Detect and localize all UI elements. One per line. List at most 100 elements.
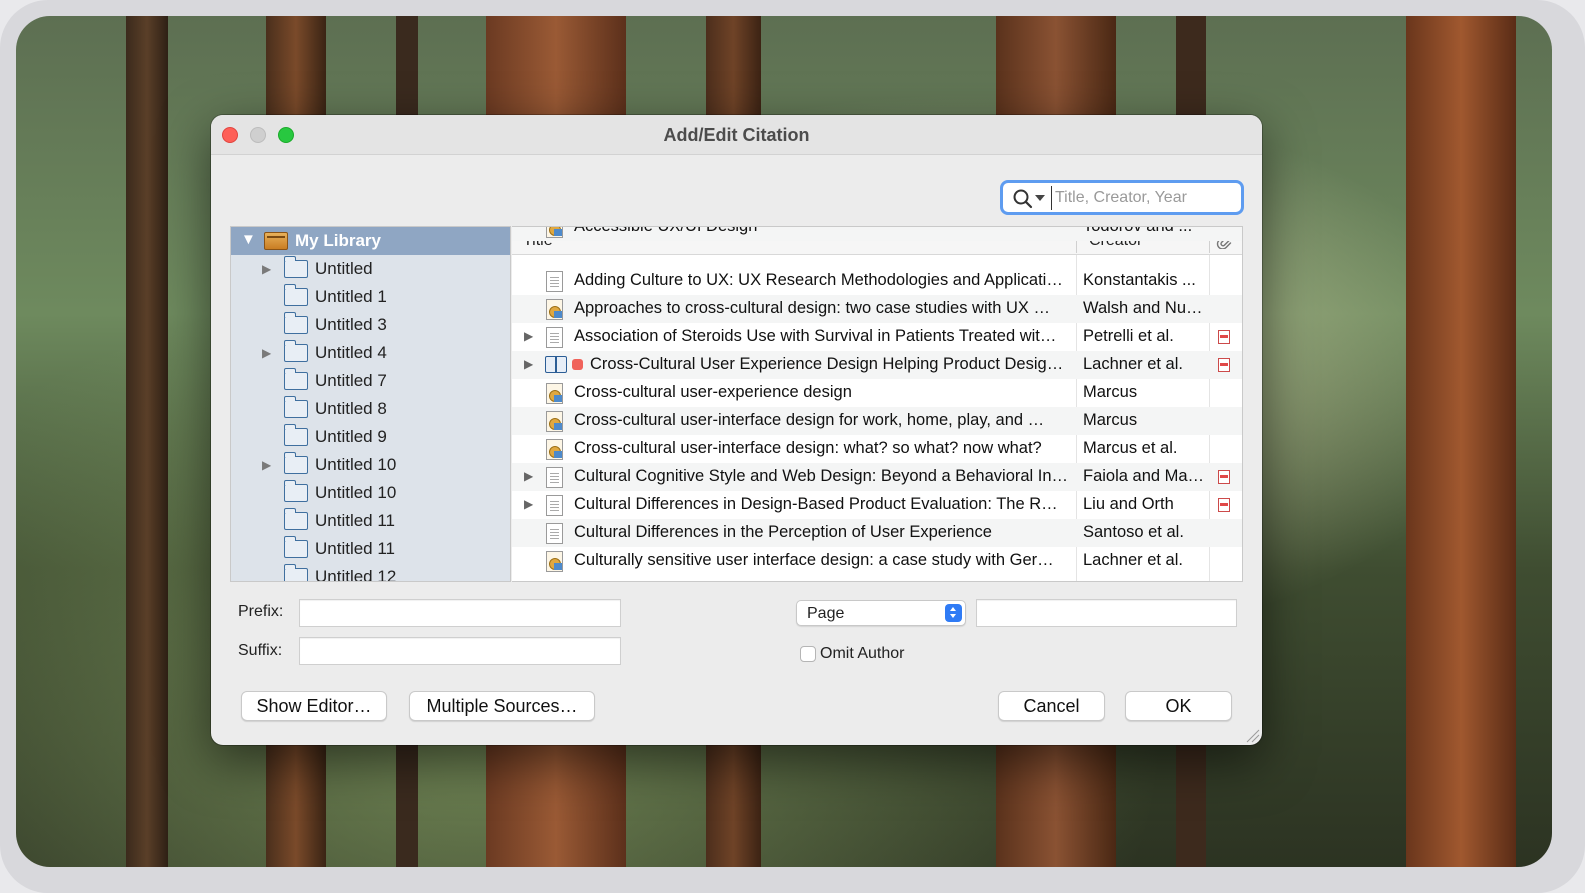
item-creator: Marcus [1083, 411, 1138, 429]
collection-label: Untitled 11 [315, 511, 396, 530]
item-row[interactable]: ▶ Cultural Differences in Design-Based Pr… [512, 491, 1242, 519]
item-row[interactable]: Adding Culture to UX: UX Research Method… [512, 267, 1242, 295]
item-row[interactable]: Culturally sensitive user interface desi… [512, 547, 1242, 575]
pdf-attachment-icon[interactable] [1218, 470, 1230, 484]
collection-item[interactable]: Untitled 1 [231, 283, 510, 311]
disclosure-expanded-icon[interactable]: ▼ [241, 231, 256, 248]
add-edit-citation-dialog: Add/Edit Citation ▼ My Library ▶ Untitled Un… [211, 115, 1262, 745]
collection-item[interactable]: Untitled 7 [231, 367, 510, 395]
collection-item[interactable]: ▶ Untitled [231, 255, 510, 283]
item-creator: Lachner et al. [1083, 551, 1183, 569]
item-row[interactable]: Cross-cultural user-interface design for… [512, 407, 1242, 435]
cancel-button[interactable]: Cancel [998, 691, 1105, 721]
prefix-label: Prefix: [238, 603, 284, 620]
collection-item[interactable]: Untitled 11 [231, 507, 510, 535]
collection-item[interactable]: Untitled 3 [231, 311, 510, 339]
pdf-attachment-icon[interactable] [1218, 498, 1230, 512]
suffix-input[interactable] [299, 637, 621, 665]
locator-type-value: Page [807, 605, 845, 622]
collection-label: Untitled 7 [315, 371, 387, 390]
document-icon [546, 271, 563, 292]
disclosure-collapsed-icon[interactable]: ▶ [262, 458, 271, 472]
disclosure-collapsed-icon[interactable]: ▶ [262, 346, 271, 360]
collection-item[interactable]: Untitled 12 [231, 563, 510, 581]
collection-item[interactable]: Untitled 9 [231, 423, 510, 451]
pdf-attachment-icon[interactable] [1218, 358, 1230, 372]
collection-my-library[interactable]: ▼ My Library [231, 227, 510, 255]
suffix-label: Suffix: [238, 642, 283, 659]
locator-input[interactable] [976, 599, 1237, 627]
collection-item[interactable]: ▶ Untitled 4 [231, 339, 510, 367]
item-title: Accessible UX/UI Design [574, 227, 1074, 236]
show-editor-button[interactable]: Show Editor… [241, 691, 387, 721]
item-creator: Lachner et al. [1083, 355, 1183, 373]
book-icon [545, 356, 567, 373]
item-title: Approaches to cross-cultural design: two… [574, 299, 1050, 317]
document-icon [546, 523, 563, 544]
disclosure-collapsed-icon[interactable]: ▶ [524, 469, 533, 483]
select-stepper-icon [945, 604, 962, 622]
window-title: Add/Edit Citation [663, 125, 810, 145]
items-table[interactable]: Title Creator Accessible UX/UI DesignTod… [512, 226, 1243, 582]
folder-icon [283, 340, 308, 362]
locator-type-select[interactable]: Page [796, 600, 966, 626]
document-icon [546, 467, 563, 488]
multiple-sources-button[interactable]: Multiple Sources… [409, 691, 595, 721]
collection-item[interactable]: Untitled 10 [231, 479, 510, 507]
document-icon [546, 327, 563, 348]
folder-icon [283, 536, 308, 558]
item-title: Culturally sensitive user interface desi… [574, 551, 1054, 569]
item-row[interactable]: Cross-cultural user-experience design Mar… [512, 379, 1242, 407]
tree-trunk [126, 16, 168, 867]
omit-author-label[interactable]: Omit Author [820, 645, 904, 663]
collection-label: Untitled 1 [315, 287, 387, 306]
item-creator: Liu and Orth [1083, 495, 1174, 513]
item-row[interactable]: Cross-cultural user-interface design: wh… [512, 435, 1242, 463]
library-icon [264, 232, 288, 250]
item-row[interactable]: Cultural Differences in the Perception o… [512, 519, 1242, 547]
item-row[interactable]: Accessible UX/UI Design Todorov and ... [512, 227, 1242, 241]
tree-trunk [1406, 16, 1516, 867]
search-mode-dropdown-icon[interactable] [1035, 195, 1045, 201]
collection-item[interactable]: Untitled 11 [231, 535, 510, 563]
search-icon[interactable] [1012, 188, 1034, 210]
folder-icon [283, 452, 308, 474]
item-title: Cross-cultural user-interface design: wh… [574, 439, 1042, 457]
journal-article-icon [546, 383, 563, 404]
collection-label: Untitled 3 [315, 315, 387, 334]
item-row[interactable]: ▶ Cultural Cognitive Style and Web Design… [512, 463, 1242, 491]
folder-icon [283, 564, 308, 581]
collection-item[interactable]: Untitled 8 [231, 395, 510, 423]
disclosure-collapsed-icon[interactable]: ▶ [262, 262, 271, 276]
folder-icon [283, 284, 308, 306]
collection-label: Untitled 4 [315, 343, 387, 362]
omit-author-checkbox[interactable] [800, 646, 816, 662]
item-row[interactable]: ▶ Association of Steroids Use with Surviv… [512, 323, 1242, 351]
disclosure-collapsed-icon[interactable]: ▶ [524, 329, 533, 343]
item-creator: Petrelli et al. [1083, 327, 1174, 345]
prefix-input[interactable] [299, 599, 621, 627]
journal-article-icon [546, 439, 563, 460]
collections-pane[interactable]: ▼ My Library ▶ Untitled Untitled 1 Untitled 3… [230, 226, 511, 582]
ok-button[interactable]: OK [1125, 691, 1232, 721]
journal-article-icon [546, 227, 563, 238]
folder-icon [283, 396, 308, 418]
collection-label: Untitled 9 [315, 427, 387, 446]
item-row[interactable]: ▶ Cross-Cultural User Experience Design H… [512, 351, 1242, 379]
item-title: Cross-Cultural User Experience Design He… [590, 355, 1064, 373]
collection-label: Untitled [315, 259, 373, 278]
disclosure-collapsed-icon[interactable]: ▶ [524, 357, 533, 371]
item-creator: Todorov and ... [1083, 227, 1207, 236]
folder-icon [283, 424, 308, 446]
item-title: Adding Culture to UX: UX Research Method… [574, 271, 1063, 289]
search-field[interactable] [1000, 180, 1244, 215]
item-title: Association of Steroids Use with Surviva… [574, 327, 1057, 345]
pdf-attachment-icon[interactable] [1218, 330, 1230, 344]
resize-grip-icon[interactable] [1244, 727, 1260, 743]
collection-label: Untitled 10 [315, 455, 397, 474]
item-row[interactable]: Approaches to cross-cultural design: two… [512, 295, 1242, 323]
collection-item[interactable]: ▶ Untitled 10 [231, 451, 510, 479]
disclosure-collapsed-icon[interactable]: ▶ [524, 497, 533, 511]
search-input[interactable] [1051, 186, 1236, 210]
item-creator: Konstantakis ... [1083, 271, 1196, 289]
